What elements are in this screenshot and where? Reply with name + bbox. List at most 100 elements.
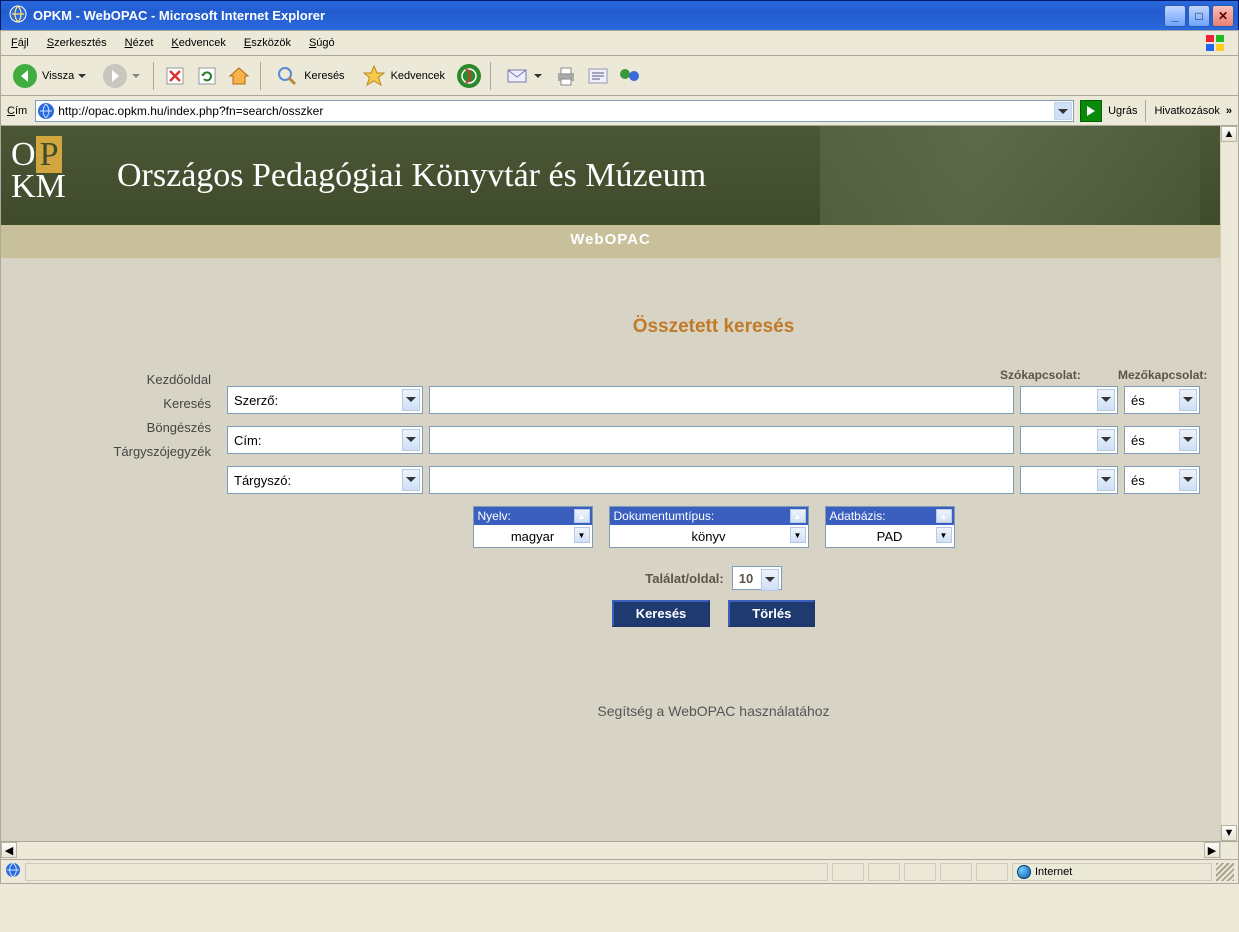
menu-view[interactable]: Nézet	[125, 37, 154, 49]
type-filter-label: Dokumentumtípus:	[614, 509, 715, 523]
menu-tools[interactable]: Eszközök	[244, 37, 291, 49]
db-filter[interactable]: Adatbázis: ▲ PAD ▼	[825, 506, 955, 548]
chevron-right-icon[interactable]: »	[1226, 105, 1232, 117]
chevron-down-icon[interactable]	[132, 72, 140, 80]
field-select-3[interactable]: Tárgyszó:	[227, 466, 423, 494]
fieldrel-select-3[interactable]: és	[1124, 466, 1200, 494]
go-button[interactable]	[1080, 100, 1102, 122]
search-submit-button[interactable]: Keresés	[612, 600, 711, 627]
back-button[interactable]: Vissza	[7, 60, 91, 92]
links-label[interactable]: Hivatkozások	[1154, 105, 1219, 117]
fieldrel-select-1[interactable]: és	[1124, 386, 1200, 414]
go-label: Ugrás	[1108, 105, 1137, 117]
field-select-1[interactable]: Szerző:	[227, 386, 423, 414]
menu-favorites[interactable]: Kedvencek	[171, 37, 225, 49]
chevron-down-icon	[402, 429, 420, 451]
close-button[interactable]: ✕	[1212, 5, 1234, 27]
spinner-down-icon[interactable]: ▼	[936, 527, 952, 543]
messenger-icon[interactable]	[617, 63, 643, 89]
maximize-button[interactable]: □	[1188, 5, 1210, 27]
chevron-down-icon	[761, 569, 779, 591]
sidebar: Kezdőoldal Keresés Böngészés Tárgyszójeg…	[1, 258, 227, 719]
sidebar-item-home[interactable]: Kezdőoldal	[1, 368, 211, 392]
field-select-2[interactable]: Cím:	[227, 426, 423, 454]
horizontal-scrollbar[interactable]: ◀ ▶	[0, 842, 1239, 860]
url-dropdown-button[interactable]	[1054, 102, 1072, 123]
perpage-select[interactable]: 10	[732, 566, 782, 590]
help-link[interactable]: Segítség a WebOPAC használatához	[227, 703, 1200, 719]
wordrel-select-2[interactable]	[1020, 426, 1118, 454]
search-label: Keresés	[304, 70, 344, 82]
perpage-row: Találat/oldal: 10	[227, 566, 1200, 590]
scroll-up-icon[interactable]: ▲	[1221, 126, 1237, 142]
db-filter-value: PAD	[877, 529, 903, 544]
addressbar: Cím Ugrás Hivatkozások »	[0, 96, 1239, 126]
sidebar-item-search[interactable]: Keresés	[1, 392, 211, 416]
scroll-left-icon[interactable]: ◀	[1, 842, 17, 858]
banner-photo	[820, 126, 1200, 225]
site-logo: OP KM	[11, 139, 107, 213]
scroll-down-icon[interactable]: ▼	[1221, 825, 1237, 841]
wordrel-select-3[interactable]	[1020, 466, 1118, 494]
search-row-3: Tárgyszó: és	[227, 466, 1200, 494]
home-icon[interactable]	[226, 63, 252, 89]
term-input-1[interactable]	[429, 386, 1014, 414]
spinner-down-icon[interactable]: ▼	[790, 527, 806, 543]
stop-icon[interactable]	[162, 63, 188, 89]
clear-button[interactable]: Törlés	[728, 600, 815, 627]
wordrel-select-1[interactable]	[1020, 386, 1118, 414]
chevron-down-icon	[1097, 389, 1115, 411]
chevron-down-icon[interactable]	[78, 72, 86, 80]
refresh-icon[interactable]	[194, 63, 220, 89]
edit-icon[interactable]	[585, 63, 611, 89]
search-row-2: Cím: és	[227, 426, 1200, 454]
sidebar-item-subjects[interactable]: Tárgyszójegyzék	[1, 440, 211, 464]
spinner-up-icon[interactable]: ▲	[574, 509, 590, 523]
chevron-down-icon	[1179, 469, 1197, 491]
menu-edit[interactable]: Szerkesztés	[47, 37, 107, 49]
vertical-scrollbar[interactable]: ▲ ▼	[1220, 126, 1238, 841]
resize-grip-icon[interactable]	[1216, 863, 1234, 881]
globe-icon	[1017, 865, 1031, 879]
chevron-down-icon	[1097, 469, 1115, 491]
status-text	[25, 863, 828, 881]
mail-button[interactable]	[499, 60, 547, 92]
back-label: Vissza	[42, 70, 74, 82]
print-icon[interactable]	[553, 63, 579, 89]
forward-button[interactable]	[97, 60, 145, 92]
page-icon	[37, 102, 55, 123]
windows-flag-icon	[1204, 33, 1228, 53]
menu-help[interactable]: Súgó	[309, 37, 335, 49]
type-filter-value: könyv	[692, 529, 726, 544]
media-icon[interactable]	[456, 63, 482, 89]
lang-filter-value: magyar	[511, 529, 554, 544]
ie-logo-icon	[9, 5, 27, 26]
type-filter[interactable]: Dokumentumtípus: ▲ könyv ▼	[609, 506, 809, 548]
db-filter-label: Adatbázis:	[830, 509, 886, 523]
spinner-up-icon[interactable]: ▲	[790, 509, 806, 523]
spinner-up-icon[interactable]: ▲	[936, 509, 952, 523]
site-subheader: WebOPAC	[1, 225, 1220, 258]
lang-filter[interactable]: Nyelv:▲ magyar▼	[473, 506, 593, 548]
fieldrel-select-2[interactable]: és	[1124, 426, 1200, 454]
scroll-right-icon[interactable]: ▶	[1204, 842, 1220, 858]
term-input-3[interactable]	[429, 466, 1014, 494]
word-rel-label: Szókapcsolat:	[1000, 368, 1104, 382]
sidebar-item-browse[interactable]: Böngészés	[1, 416, 211, 440]
menu-file[interactable]: Fájl	[11, 37, 29, 49]
back-icon	[12, 63, 38, 89]
search-button[interactable]: Keresés	[269, 60, 349, 92]
page-icon	[5, 862, 21, 881]
favorites-button[interactable]: Kedvencek	[356, 60, 450, 92]
chevron-down-icon	[1179, 389, 1197, 411]
spinner-down-icon[interactable]: ▼	[574, 527, 590, 543]
addressbar-label: Cím	[7, 105, 27, 117]
chevron-down-icon[interactable]	[534, 72, 542, 80]
window-title: OPKM - WebOPAC - Microsoft Internet Expl…	[33, 8, 1164, 23]
term-input-2[interactable]	[429, 426, 1014, 454]
chevron-down-icon	[402, 389, 420, 411]
minimize-button[interactable]: _	[1164, 5, 1186, 27]
search-icon	[274, 63, 300, 89]
chevron-down-icon	[402, 469, 420, 491]
url-input[interactable]	[35, 100, 1074, 122]
